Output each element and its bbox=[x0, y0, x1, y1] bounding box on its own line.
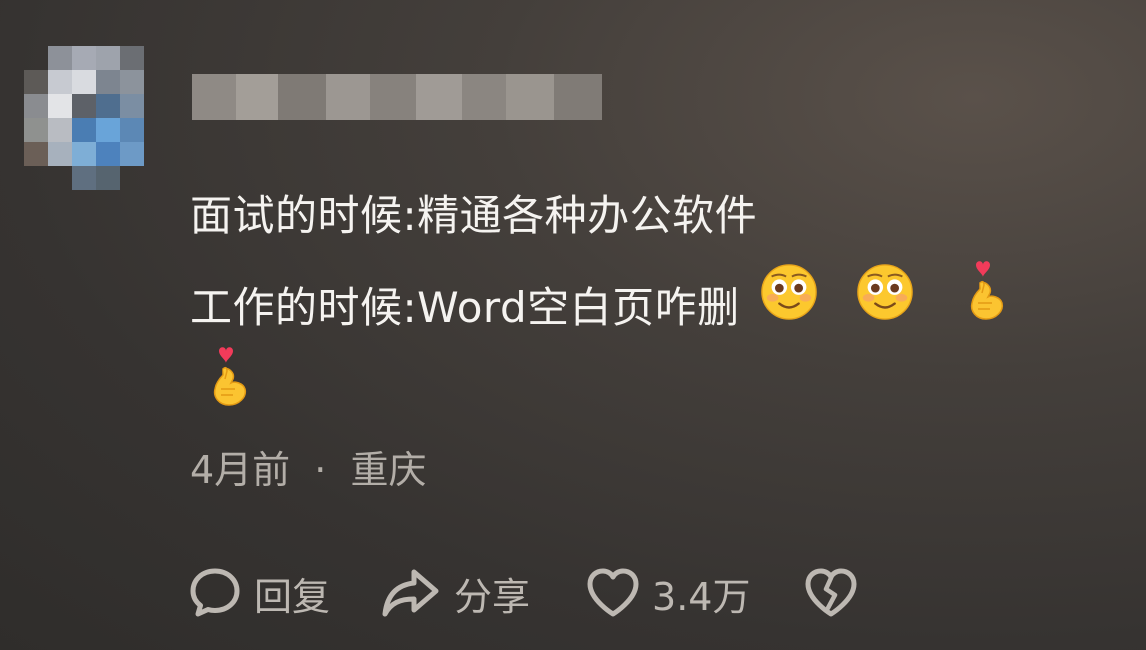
flushed-face-emoji-icon bbox=[760, 261, 818, 353]
share-label: 分享 bbox=[454, 574, 531, 619]
comment-line-2: 工作的时候:Word空白页咋删 bbox=[190, 259, 1120, 355]
comment-time: 4月前 bbox=[190, 448, 291, 492]
reply-button[interactable]: 回复 bbox=[188, 566, 330, 621]
comment-text: 面试的时候:精通各种办公软件 工作的时候:Word空白页咋删 bbox=[190, 170, 1120, 354]
comment-card: 面试的时候:精通各种办公软件 工作的时候:Word空白页咋删 4月前 · 重庆 … bbox=[0, 0, 1146, 650]
flushed-face-emoji-icon bbox=[856, 261, 914, 353]
reply-label: 回复 bbox=[254, 574, 331, 619]
comment-line-1: 面试的时候:精通各种办公软件 bbox=[190, 191, 758, 240]
heart-hands-emoji-icon bbox=[205, 345, 253, 413]
comment-actions: 回复 分享 3.4万 bbox=[188, 562, 858, 624]
comment-location: 重庆 bbox=[350, 448, 427, 492]
broken-heart-icon bbox=[805, 568, 857, 617]
comment-line-2-text: 工作的时候:Word空白页咋删 bbox=[190, 283, 740, 332]
like-button[interactable]: 3.4万 bbox=[586, 566, 750, 621]
username[interactable] bbox=[192, 74, 602, 120]
meta-separator: · bbox=[314, 448, 327, 492]
heart-hands-emoji-icon bbox=[962, 259, 1010, 355]
heart-icon bbox=[587, 568, 639, 617]
avatar[interactable] bbox=[24, 46, 144, 190]
share-arrow-icon bbox=[382, 569, 439, 617]
share-button[interactable]: 分享 bbox=[380, 566, 530, 621]
dislike-button[interactable] bbox=[804, 568, 858, 618]
like-count: 3.4万 bbox=[652, 574, 751, 619]
comment-bubble-icon bbox=[190, 568, 240, 617]
comment-meta: 4月前 · 重庆 bbox=[190, 442, 426, 498]
